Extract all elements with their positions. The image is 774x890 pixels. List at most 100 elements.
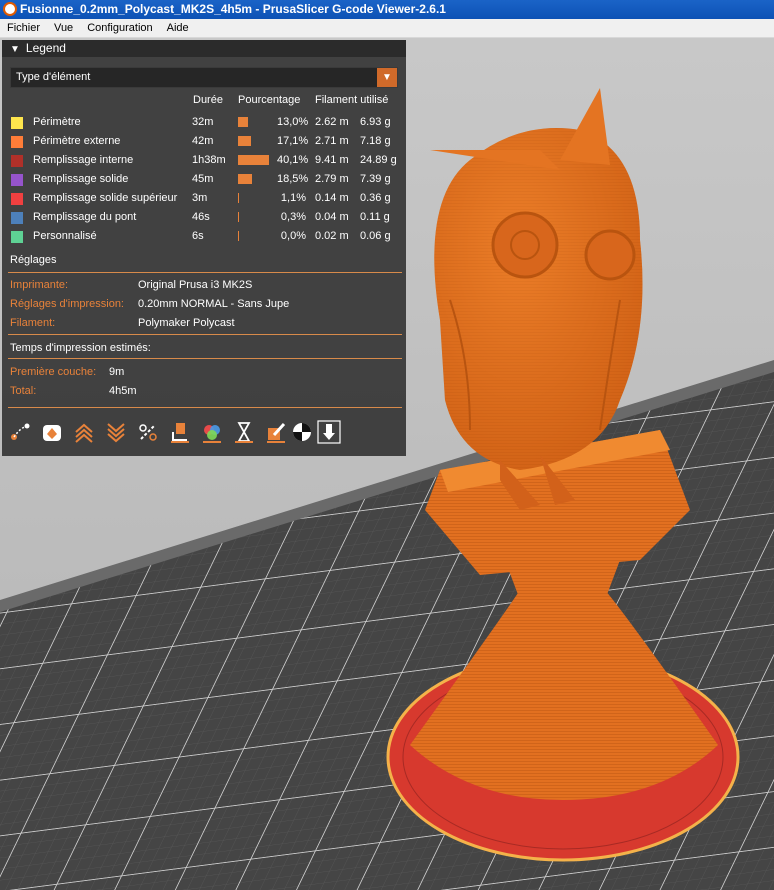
color-swatch [11,117,23,129]
tool-changes-icon[interactable] [168,420,192,444]
print-settings-value: 0.20mm NORMAL - Sans Jupe [138,298,290,310]
percentage-bar [238,136,252,146]
feature-length: 0.04 m [315,211,349,223]
feature-duration: 46s [192,211,210,223]
total-value: 4h5m [109,385,137,397]
feature-percentage: 13,0% [277,116,309,128]
feature-weight: 0.36 g [360,192,391,204]
feature-duration: 1h38m [192,154,226,166]
feature-duration: 45m [192,173,214,185]
column-duration: Durée [193,94,223,106]
menu-vue[interactable]: Vue [47,19,80,37]
feature-name: Remplissage du pont [33,211,137,223]
color-swatch [11,231,23,243]
feature-length: 0.02 m [315,230,349,242]
feature-percentage: 0,3% [280,211,306,223]
feature-duration: 6s [192,230,204,242]
percentage-bar [238,231,239,241]
legend-panel: ▼ Legend Type d'élément ▼ Durée Pourcenta… [2,40,406,456]
feature-name: Périmètre [33,116,81,128]
feature-length: 2.79 m [315,173,349,185]
prusaslicer-app-icon [3,2,17,16]
window-title: Fusionne_0.2mm_Polycast_MK2S_4h5m - Prus… [20,2,446,16]
collapse-triangle-icon[interactable]: ▼ [10,41,20,58]
percentage-bar [238,193,239,203]
feature-weight: 0.11 g [360,211,390,223]
feature-weight: 7.18 g [360,135,391,147]
feature-weight: 24.89 g [360,154,397,166]
separator [8,358,402,359]
travel-icon[interactable] [8,420,32,444]
color-swatch [11,212,23,224]
legend-title: Legend [25,41,66,55]
print-settings-label: Réglages d'impression: [10,298,124,310]
separator [8,334,402,335]
feature-percentage: 18,5% [277,173,309,185]
color-swatch [11,193,23,205]
estimates-heading: Temps d'impression estimés: [10,342,151,354]
feature-percentage: 1,1% [280,192,306,204]
feature-row[interactable]: Périmètre 32m 13,0% 2.62 m 6.93 g [2,113,406,132]
total-label: Total: [10,385,37,397]
feature-percentage: 17,1% [277,135,309,147]
center-of-gravity-icon[interactable] [290,420,314,444]
separator [8,272,402,273]
feature-duration: 42m [192,135,214,147]
feature-row[interactable]: Remplissage interne 1h38m 40,1% 9.41 m 24.89… [2,151,406,170]
feature-length: 9.41 m [315,154,349,166]
color-changes-icon[interactable] [200,420,224,444]
feature-name: Personnalisé [33,230,97,242]
feature-row[interactable]: Remplissage solide 45m 18,5% 2.79 m 7.39 g [2,170,406,189]
feature-percentage: 0,0% [280,230,306,242]
column-percentage: Pourcentage [238,94,301,106]
percentage-bar [238,155,269,165]
deretractions-icon[interactable] [104,420,128,444]
window-title-bar: Fusionne_0.2mm_Polycast_MK2S_4h5m - Prus… [0,0,774,19]
feature-weight: 0.06 g [360,230,391,242]
legend-header[interactable]: ▼ Legend [2,40,406,57]
retractions-icon[interactable] [72,420,96,444]
feature-name: Périmètre externe [33,135,121,147]
menu-aide[interactable]: Aide [160,19,196,37]
feature-row[interactable]: Périmètre externe 42m 17,1% 2.71 m 7.18 g [2,132,406,151]
feature-percentage: 40,1% [277,154,309,166]
color-swatch [11,155,23,167]
first-layer-value: 9m [109,366,125,378]
filament-label: Filament: [10,317,56,329]
menu-configuration[interactable]: Configuration [80,19,159,37]
feature-name: Remplissage solide supérieur [33,192,178,204]
filament-value: Polymaker Polycast [138,317,235,329]
column-filament: Filament utilisé [315,94,389,106]
menu-fichier[interactable]: Fichier [0,19,47,37]
view-type-dropdown[interactable]: Type d'élément ▼ [10,67,398,88]
feature-row[interactable]: Personnalisé 6s 0,0% 0.02 m 0.06 g [2,227,406,246]
feature-length: 2.62 m [315,116,349,128]
settings-heading: Réglages [10,254,57,266]
feature-duration: 3m [192,192,208,204]
separator [8,407,402,408]
percentage-bar [238,117,249,127]
view-type-value: Type d'élément [16,71,91,83]
feature-weight: 6.93 g [360,116,391,128]
dropdown-arrow-icon[interactable]: ▼ [377,68,397,87]
tool-marker-icon[interactable] [317,420,341,444]
feature-weight: 7.39 g [360,173,391,185]
custom-gcode-icon[interactable] [264,420,288,444]
feature-name: Remplissage solide [33,173,129,185]
pause-icon[interactable] [232,420,256,444]
printer-label: Imprimante: [10,279,69,291]
menu-bar: Fichier Vue Configuration Aide [0,19,774,38]
model-owl-eye [491,211,559,279]
wipe-icon[interactable] [40,420,64,444]
feature-duration: 32m [192,116,214,128]
color-swatch [11,174,23,186]
printer-value: Original Prusa i3 MK2S [138,279,253,291]
percentage-bar [238,174,253,184]
seams-icon[interactable] [136,420,160,444]
percentage-bar [238,212,239,222]
feature-length: 2.71 m [315,135,349,147]
feature-length: 0.14 m [315,192,349,204]
feature-row[interactable]: Remplissage du pont 46s 0,3% 0.04 m 0.11 g [2,208,406,227]
first-layer-label: Première couche: [10,366,97,378]
feature-row[interactable]: Remplissage solide supérieur 3m 1,1% 0.14 m… [2,189,406,208]
